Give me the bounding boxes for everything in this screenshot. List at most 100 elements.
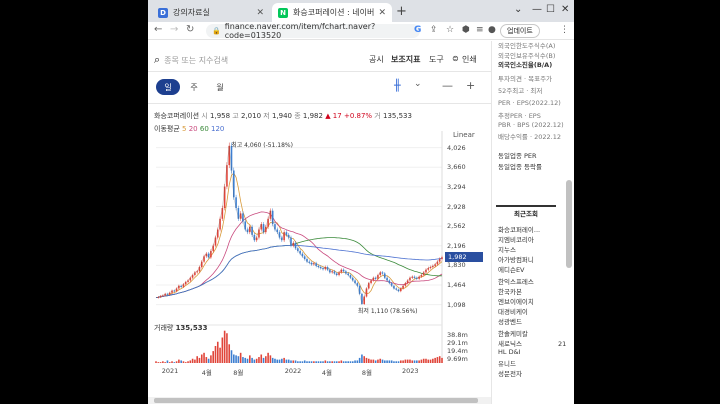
volume-bar — [274, 358, 276, 363]
volume-bar — [200, 354, 203, 363]
volume-bar — [331, 361, 333, 363]
price-tick-label: 1,830 — [447, 261, 466, 270]
tab-lecture-room[interactable]: D 강의자료실 ✕ — [152, 3, 270, 22]
stock-info-item: 투자의견 · 목표주가 — [498, 75, 553, 83]
volume-bar — [374, 360, 377, 363]
volume-bar — [260, 354, 263, 363]
volume-bar — [189, 360, 192, 363]
volume-bar — [216, 341, 219, 363]
candle-body — [212, 245, 214, 251]
minimize-icon[interactable]: — — [532, 4, 542, 15]
recent-item[interactable]: 지엠비코리아 — [498, 234, 534, 244]
volume-bar — [409, 359, 411, 363]
maximize-icon[interactable]: ☐ — [546, 4, 555, 15]
scroll-thumb[interactable] — [566, 180, 572, 268]
vertical-scrollbar[interactable] — [566, 82, 572, 404]
volume-bar — [230, 350, 233, 363]
google-lens-icon[interactable]: G — [414, 25, 421, 35]
volume-bar — [402, 360, 404, 363]
naver-favicon-icon: N — [278, 7, 288, 18]
recent-item[interactable]: 유니드 — [498, 358, 516, 368]
volume-bar — [361, 354, 363, 363]
volume-bar — [342, 361, 345, 363]
volume-bar — [379, 358, 382, 363]
recent-item[interactable]: 한익스프레스 — [498, 276, 534, 286]
update-button[interactable]: 업데이트 — [500, 24, 540, 38]
recent-item[interactable]: 대경비케이 — [498, 306, 528, 316]
candle-body — [271, 210, 274, 225]
volume-bar — [251, 357, 253, 363]
volume-bar — [347, 361, 349, 363]
recent-item[interactable]: 화승코퍼레이... — [498, 224, 540, 234]
recent-item[interactable]: 한국카본 — [498, 286, 522, 296]
volume-bar — [292, 360, 295, 363]
stock-info-item: 배당수익률 · 2022.12 — [498, 133, 561, 141]
volume-bar — [285, 359, 288, 363]
volume-bar — [329, 361, 331, 363]
recent-item[interactable]: 엔브이에이치 — [498, 296, 534, 306]
volume-bar — [315, 361, 317, 363]
volume-bar — [290, 360, 292, 363]
volume-bar — [349, 361, 352, 363]
price-tick-label: 2,562 — [447, 222, 466, 231]
volume-bar — [271, 357, 274, 363]
reading-list-icon[interactable]: ≡ — [476, 25, 484, 35]
reload-icon[interactable]: ↻ — [186, 24, 194, 35]
recent-item[interactable]: 성문전자 — [498, 368, 522, 378]
recent-item[interactable]: 한솔케미칼 — [498, 328, 528, 338]
menu-kebab-icon[interactable]: ⋮ — [560, 25, 569, 35]
volume-bar — [297, 361, 299, 363]
share-icon[interactable]: ⇪ — [430, 25, 438, 35]
candle-body — [278, 232, 281, 238]
volume-bar — [191, 358, 194, 363]
stock-info-item: PER · EPS(2022.12) — [498, 99, 561, 107]
new-tab-icon[interactable]: + — [396, 4, 407, 19]
price-tick-label: 3,660 — [447, 163, 466, 172]
volume-bar — [418, 360, 420, 363]
recent-item[interactable]: 지누스 — [498, 244, 516, 254]
price-tick-label: 1,098 — [447, 300, 466, 309]
current-price-value: 1,982 — [448, 253, 467, 262]
extensions-icon[interactable]: ⬢ — [462, 25, 470, 35]
volume-bar — [262, 357, 265, 363]
volume-bar — [246, 358, 249, 363]
candle-body — [367, 283, 370, 289]
recent-item[interactable]: 성광벤드 — [498, 316, 522, 326]
address-bar[interactable]: 🔒 finance.naver.com/item/fchart.naver?co… — [206, 22, 420, 40]
volume-bar — [219, 347, 221, 363]
profile-avatar-icon[interactable]: ● — [488, 25, 496, 35]
recent-item[interactable]: 새로닉스 — [498, 338, 522, 348]
volume-bar — [317, 361, 320, 363]
volume-bar — [434, 357, 436, 363]
volume-bar — [345, 361, 347, 363]
recent-view-header[interactable]: 최근조회 — [496, 205, 556, 219]
stock-info-item: 추정PER · EPS — [498, 112, 541, 120]
chevron-down-icon[interactable]: ⌄ — [514, 4, 522, 15]
scroll-thumb[interactable] — [154, 398, 478, 403]
recent-item[interactable]: 아가방컴퍼니 — [498, 254, 534, 264]
volume-bar — [393, 361, 395, 363]
horizontal-scrollbar[interactable] — [148, 397, 491, 404]
price-chart[interactable] — [148, 41, 491, 397]
volume-bar — [377, 359, 379, 363]
volume-bar — [232, 354, 235, 363]
back-icon[interactable]: ← — [154, 24, 162, 35]
bookmark-star-icon[interactable]: ☆ — [446, 25, 454, 35]
candle-body — [200, 261, 203, 268]
recent-title: 최근조회 — [514, 210, 538, 218]
candle-body — [251, 226, 253, 235]
volume-bar — [386, 360, 388, 363]
volume-bar — [425, 358, 427, 363]
tab-naver-finance[interactable]: N 화승코퍼레이션 : 네이버 증권 ✕ — [272, 3, 392, 22]
x-tick-label: 8월 — [233, 369, 244, 377]
window-close-icon[interactable]: ✕ — [561, 4, 569, 15]
forward-icon[interactable]: → — [170, 24, 178, 35]
recent-item[interactable]: HL D&I — [498, 348, 521, 356]
close-icon[interactable]: ✕ — [378, 8, 386, 18]
close-icon[interactable]: ✕ — [256, 8, 264, 18]
volume-bar — [221, 337, 224, 363]
volume-bar — [340, 360, 343, 363]
recent-item[interactable]: 에디슨EV — [498, 264, 525, 274]
x-tick-label: 4월 — [201, 369, 212, 377]
price-line — [155, 145, 443, 305]
